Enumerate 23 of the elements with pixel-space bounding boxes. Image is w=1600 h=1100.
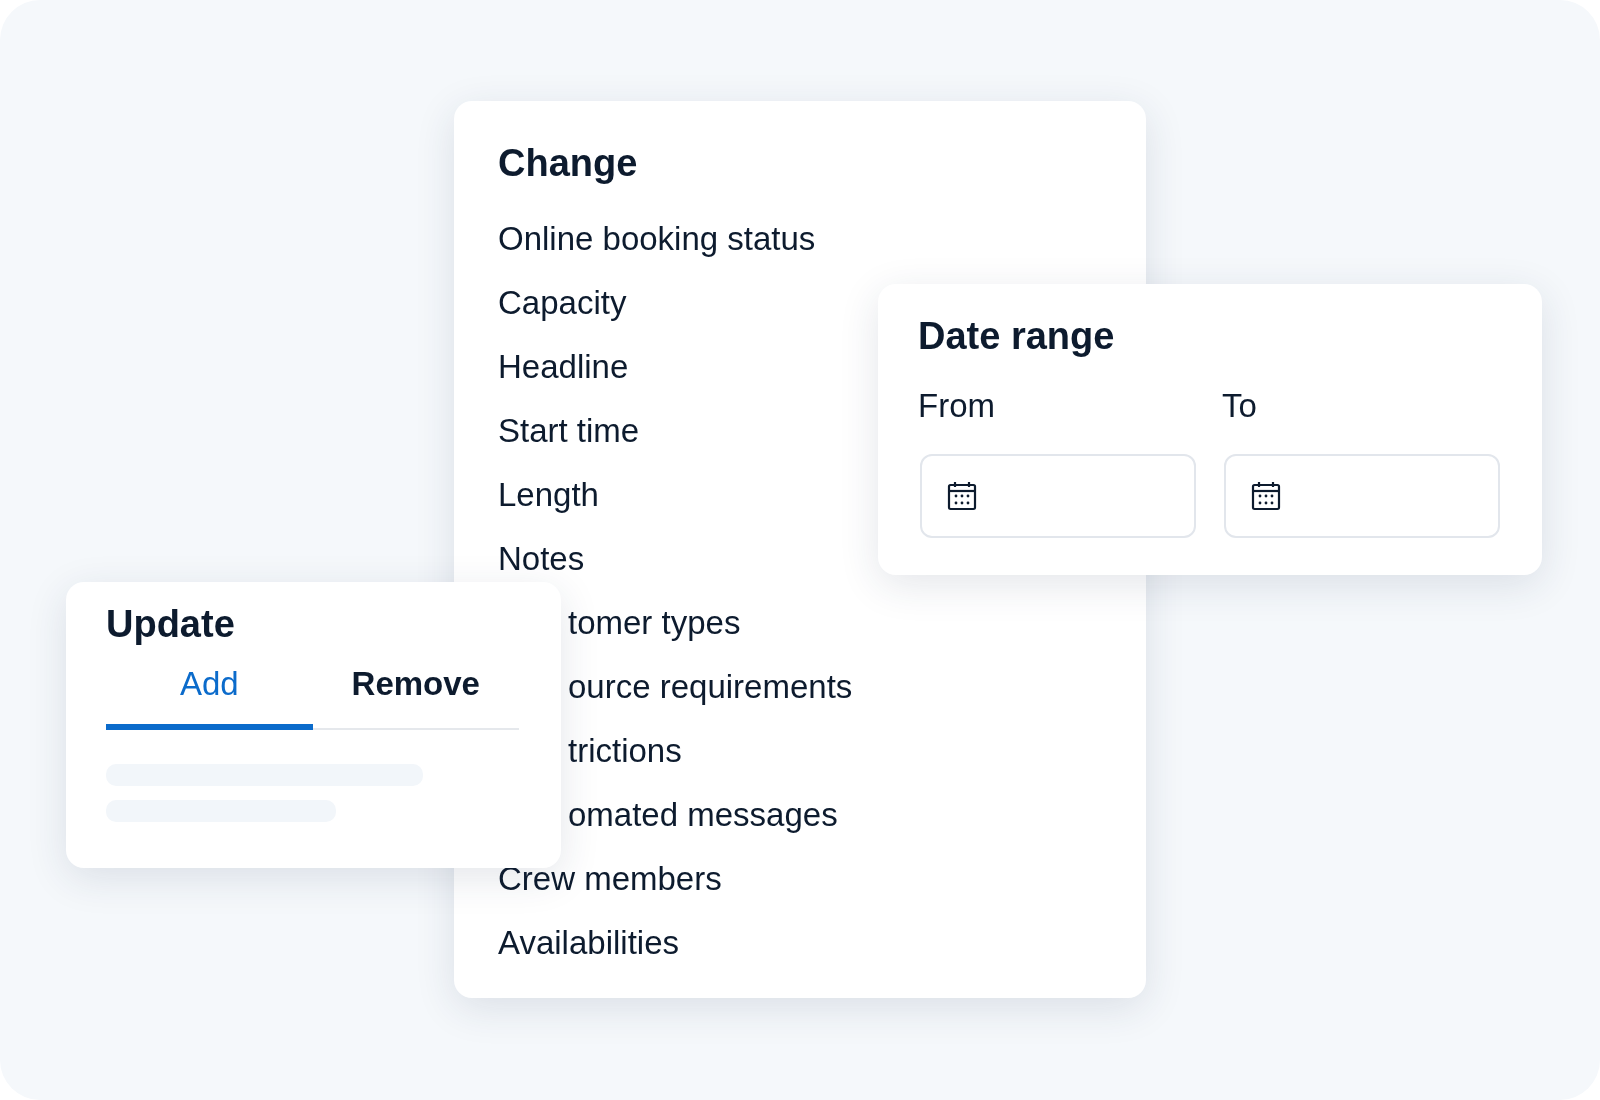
calendar-icon [946, 480, 978, 512]
menu-item[interactable]: tomer types [568, 603, 741, 643]
date-field[interactable] [1224, 454, 1500, 538]
menu-item[interactable]: Availabilities [498, 923, 679, 963]
card-title: Change [498, 141, 639, 185]
tab[interactable]: Add [106, 656, 313, 730]
menu-item[interactable]: Length [498, 475, 599, 515]
menu-item[interactable]: Headline [498, 347, 629, 387]
field-label: To [1222, 386, 1258, 426]
menu-item[interactable]: omated messages [568, 795, 838, 835]
menu-item[interactable]: ource requirements [568, 667, 853, 707]
card-title: Date range [918, 314, 1116, 358]
menu-item[interactable]: Crew members [498, 859, 722, 899]
menu-item[interactable]: Online booking status [498, 219, 816, 259]
menu-item[interactable]: Capacity [498, 283, 627, 323]
card-title: Update [106, 602, 236, 646]
date-field[interactable] [920, 454, 1196, 538]
field-label: From [918, 386, 996, 426]
menu-item[interactable]: Start time [498, 411, 640, 451]
calendar-icon [1250, 480, 1282, 512]
menu-item[interactable]: trictions [568, 731, 682, 771]
tab[interactable]: Remove [312, 656, 519, 730]
menu-item[interactable]: Notes [498, 539, 585, 579]
